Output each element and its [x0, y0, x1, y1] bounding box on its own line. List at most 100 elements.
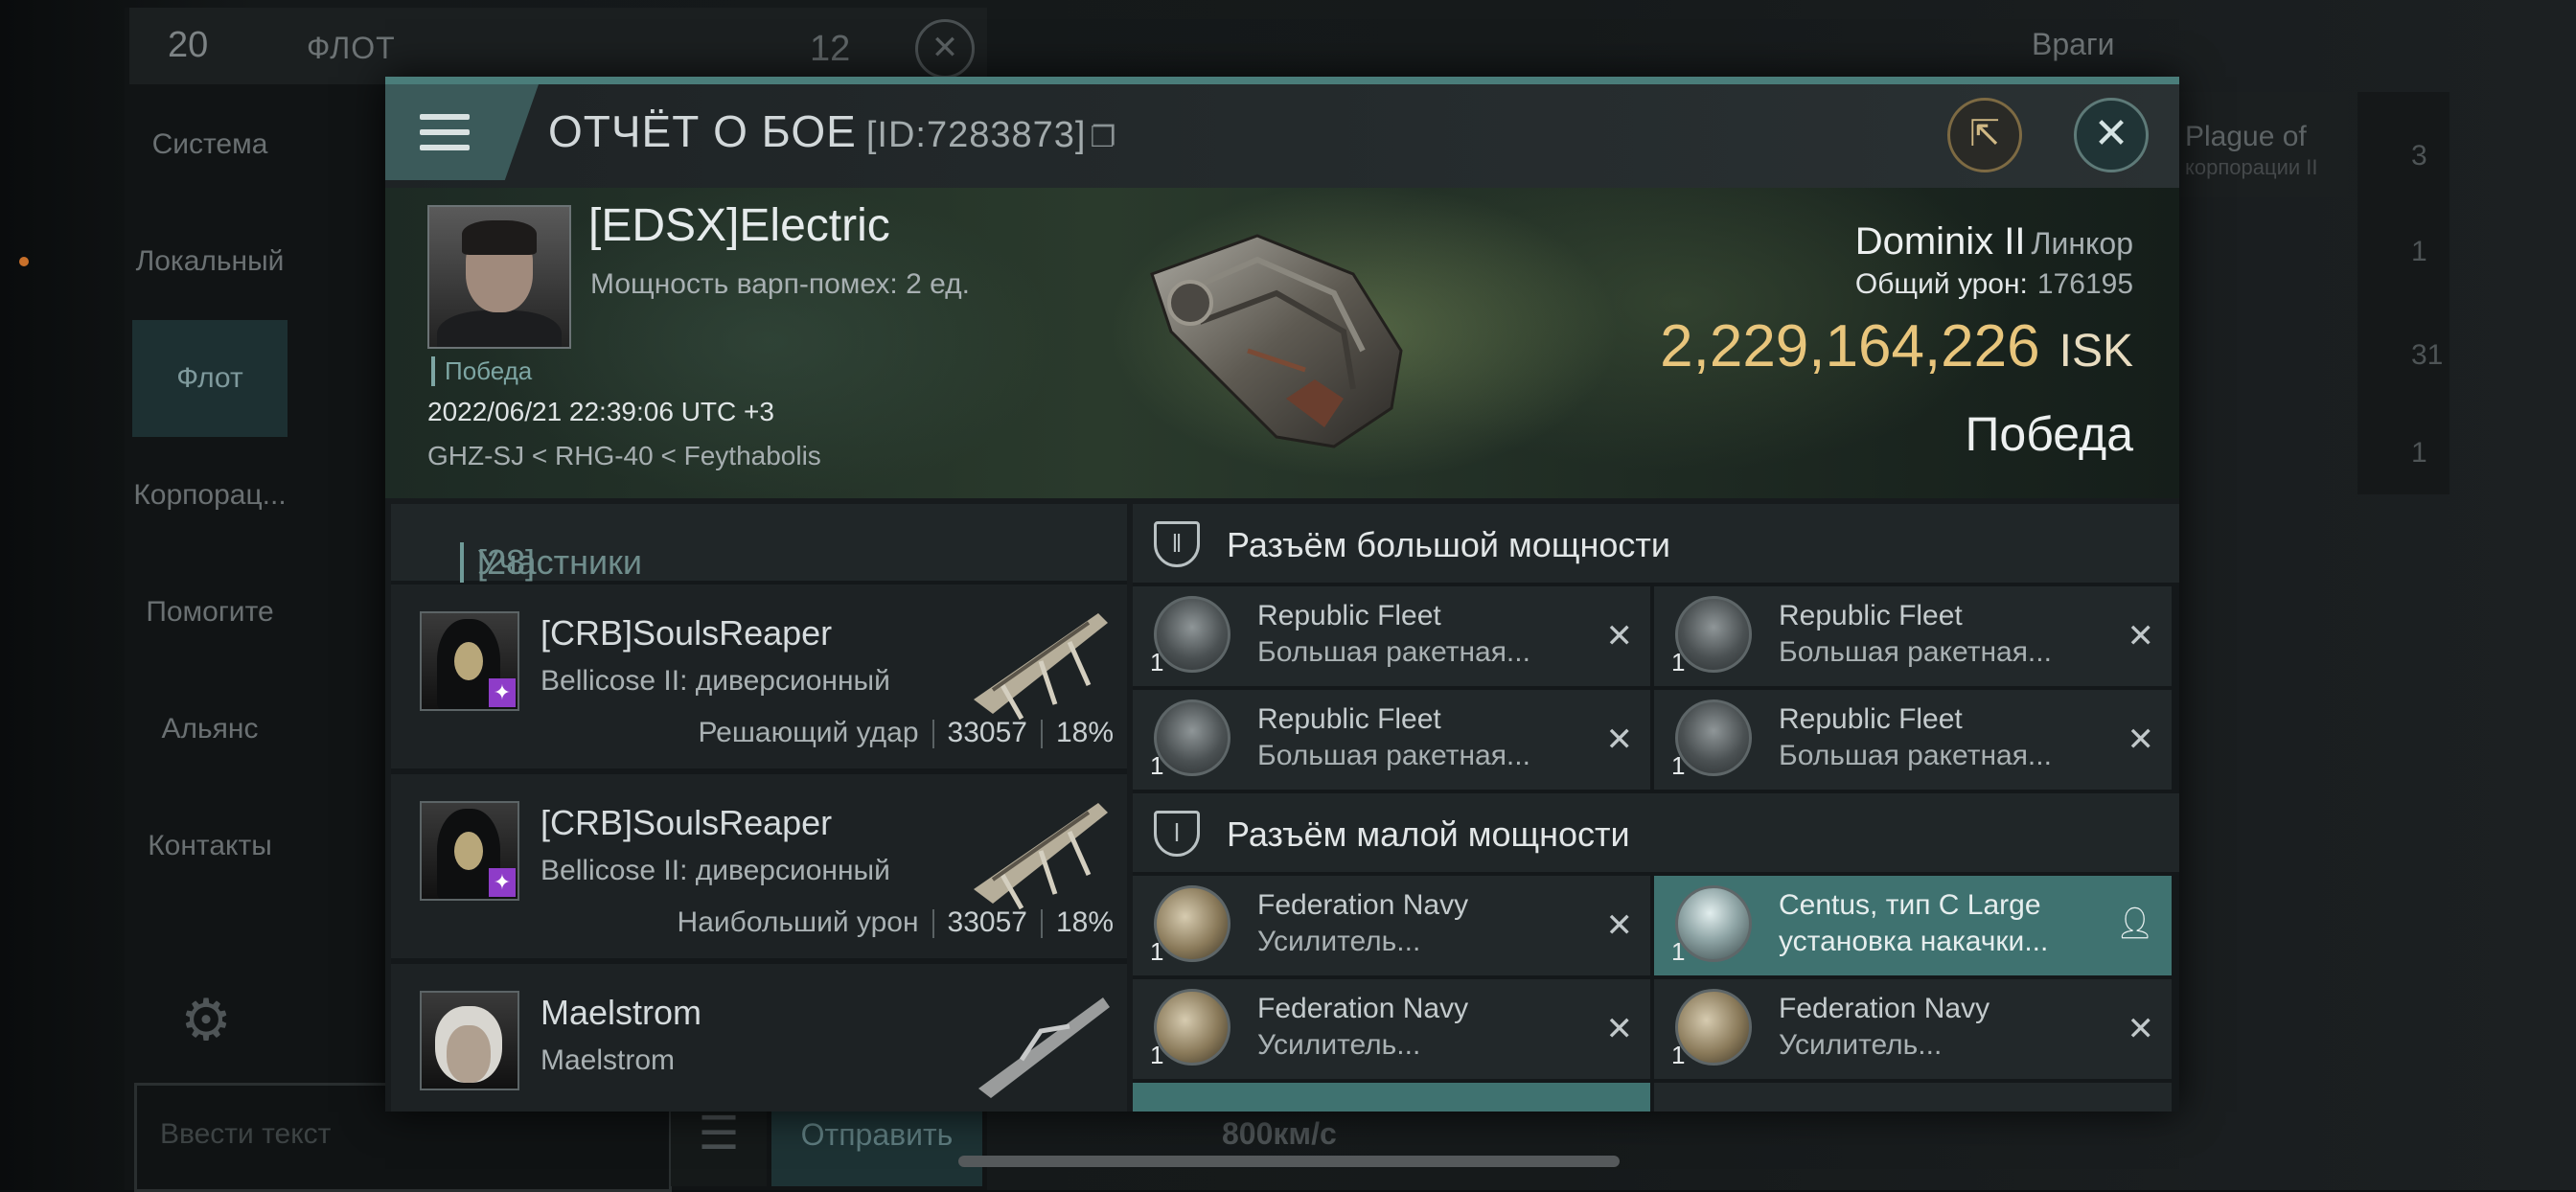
module-name-1: Centus, тип C Large	[1779, 889, 2041, 921]
tab-fleet[interactable]: Флот	[132, 320, 288, 437]
report-datetime: 2022/06/21 22:39:06 UTC +3	[427, 397, 774, 426]
plague-line1: Plague of	[2185, 121, 2307, 152]
location-route[interactable]: GHZ-SJ < RHG-40 < Feythabolis	[427, 441, 821, 471]
ship-class: Линкор	[2031, 226, 2134, 261]
participant-stats: Наибольший урон 33057 18%	[678, 906, 1114, 939]
chat-close-button[interactable]: ✕	[915, 19, 975, 79]
module-name-1: Federation Navy	[1257, 889, 1469, 921]
missile-launcher-icon	[1675, 699, 1752, 776]
low-slot-icon: ǀ	[1154, 811, 1200, 857]
participant-damage: 33057	[947, 717, 1027, 748]
module-qty: 1	[1671, 648, 1686, 676]
module-item[interactable]: 1 Republic Fleet Большая ракетная... ✕	[1654, 690, 2172, 790]
module-qty: 1	[1150, 648, 1164, 676]
victim-name[interactable]: [EDSX]Electric	[588, 199, 890, 252]
module-item[interactable]: 1 Federation Navy Усилитель... ✕	[1133, 979, 1650, 1079]
dropped-user-icon: 👤︎	[2115, 905, 2154, 940]
high-slot-header: ǁ Разъём большой мощности	[1133, 504, 2179, 583]
plague-label: Plague of корпорации II	[2175, 92, 2348, 197]
notification-dot	[19, 257, 29, 266]
hamburger-icon	[420, 114, 470, 150]
destroyed-icon: ✕	[1605, 1011, 1634, 1047]
tab-local[interactable]: Локальный	[132, 203, 288, 320]
ship-name: Dominix II	[1854, 220, 2026, 263]
participant-damage: 33057	[947, 906, 1027, 938]
tab-corporation[interactable]: Корпорац...	[132, 437, 288, 554]
enemy-filter-dropdown[interactable]: Враги	[2032, 27, 2114, 62]
plague-line2: корпорации II	[2185, 155, 2318, 179]
share-icon: ⇱	[1969, 114, 2000, 154]
module-name-1: Federation Navy	[1257, 993, 1469, 1024]
signal-amplifier-icon	[1154, 885, 1230, 962]
participant-ship: Maelstrom	[540, 1044, 676, 1076]
chat-input-placeholder: Ввести текст	[160, 1118, 332, 1150]
module-qty: 1	[1150, 751, 1164, 780]
module-item[interactable]: 1 Federation Navy Усилитель... ✕	[1133, 876, 1650, 975]
module-name-1: Republic Fleet	[1257, 600, 1441, 631]
module-item[interactable]: 1 Republic Fleet Большая ракетная... ✕	[1133, 690, 1650, 790]
missile-launcher-icon	[1154, 699, 1230, 776]
chat-title: ФЛОТ	[307, 31, 396, 65]
participant-name: Maelstrom	[540, 993, 702, 1032]
participant-row[interactable]: ✦ [CRB]SoulsReaper Bellicose II: диверси…	[391, 585, 1127, 768]
total-damage-value: 176195	[2036, 268, 2133, 300]
ship-image[interactable]	[1114, 207, 1439, 466]
total-damage: Общий урон: 176195	[1855, 268, 2133, 301]
module-item[interactable]: 1 Federation Navy Усилитель... ✕	[1654, 979, 2172, 1079]
isk-value: 2,229,164,226 ISK	[1660, 312, 2133, 380]
battle-report-dialog: ОТЧЁТ О БОЕ [ID:7283873] ❐ ⇱ ✕ [EDSX]Elect…	[385, 77, 2179, 1112]
module-qty: 1	[1150, 937, 1164, 966]
copy-icon[interactable]: ❐	[1090, 122, 1116, 153]
member-count[interactable]: 20	[168, 25, 208, 66]
victim-ship[interactable]: Dominix II Линкор	[1855, 220, 2133, 264]
share-button[interactable]: ⇱	[1947, 98, 2022, 172]
participant-role: Наибольший урон	[677, 906, 919, 938]
kill-banner: [EDSX]Electric Мощность варп-помех: 2 ед…	[385, 188, 2179, 498]
module-item-partial[interactable]	[1654, 1083, 2172, 1112]
role-badge-icon: ✦	[489, 868, 516, 897]
destroyed-icon: ✕	[1605, 618, 1634, 654]
signal-amplifier-icon	[1154, 989, 1230, 1066]
module-item-partial[interactable]	[1133, 1083, 1650, 1112]
speed-readout: 800км/с	[1222, 1116, 1337, 1151]
victim-portrait[interactable]	[427, 205, 571, 349]
ship-thumbnail	[974, 613, 1108, 721]
low-slot-title: Разъём малой мощности	[1227, 814, 1630, 854]
high-slot-title: Разъём большой мощности	[1227, 525, 1670, 564]
side-count[interactable]: 31	[2411, 339, 2443, 372]
participant-portrait[interactable]	[420, 991, 519, 1090]
tab-contacts[interactable]: Контакты	[132, 788, 288, 905]
warp-power: Мощность варп-помех: 2 ед.	[590, 268, 970, 300]
isk-unit: ISK	[2058, 326, 2133, 377]
participant-row[interactable]: Maelstrom Maelstrom	[391, 964, 1127, 1112]
close-button[interactable]: ✕	[2074, 98, 2149, 172]
module-item[interactable]: 1 Republic Fleet Большая ракетная... ✕	[1654, 586, 2172, 686]
participants-panel: Участники [28] ✦ [CRB]SoulsReaper Bellic…	[391, 504, 1127, 1112]
tab-help[interactable]: Помогите	[132, 554, 288, 671]
module-qty: 1	[1671, 751, 1686, 780]
high-slot-icon: ǁ	[1154, 521, 1200, 567]
participant-name: [CRB]SoulsReaper	[540, 803, 833, 842]
module-item-dropped[interactable]: 1 Centus, тип C Large установка накачки.…	[1654, 876, 2172, 975]
module-name-2: Большая ракетная...	[1779, 740, 2052, 771]
side-count[interactable]: 3	[2411, 140, 2427, 172]
missile-launcher-icon	[1675, 596, 1752, 673]
participant-portrait[interactable]: ✦	[420, 611, 519, 711]
module-item[interactable]: 1 Republic Fleet Большая ракетная... ✕	[1133, 586, 1650, 686]
gear-icon[interactable]: ⚙	[172, 987, 240, 1054]
tab-alliance[interactable]: Альянс	[132, 671, 288, 788]
side-count[interactable]: 1	[2411, 437, 2427, 470]
participant-ship: Bellicose II: диверсионный	[540, 855, 890, 886]
dialog-title: ОТЧЁТ О БОЕ [ID:7283873] ❐	[548, 105, 1116, 157]
participant-portrait[interactable]: ✦	[420, 801, 519, 901]
side-count[interactable]: 1	[2411, 236, 2427, 268]
tab-system[interactable]: Система	[132, 86, 288, 203]
fitting-panel: ǁ Разъём большой мощности 1 Republic Fle…	[1133, 504, 2179, 1112]
destroyed-icon: ✕	[2127, 1011, 2155, 1047]
isk-amount: 2,229,164,226	[1660, 313, 2040, 379]
home-indicator[interactable]	[958, 1156, 1620, 1167]
participant-row[interactable]: ✦ [CRB]SoulsReaper Bellicose II: диверси…	[391, 774, 1127, 958]
module-qty: 1	[1671, 937, 1686, 966]
module-name-1: Republic Fleet	[1779, 600, 1963, 631]
chat-count-2[interactable]: 12	[810, 29, 850, 70]
